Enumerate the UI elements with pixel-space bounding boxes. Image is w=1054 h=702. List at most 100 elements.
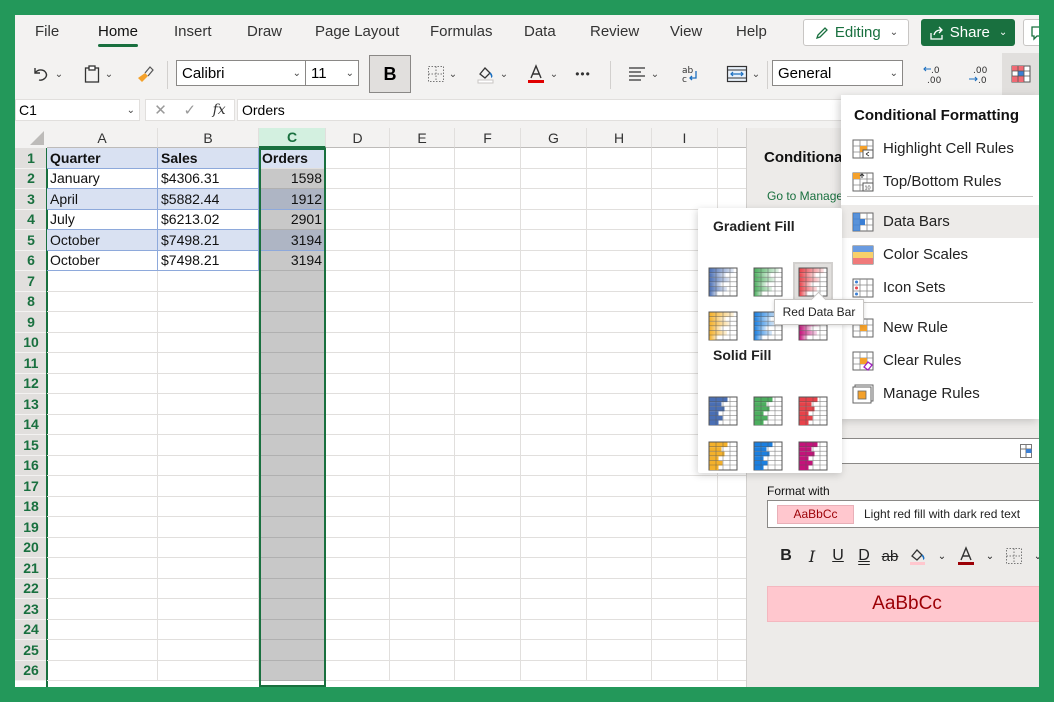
italic-icon[interactable]: I — [799, 547, 825, 566]
font-color-button[interactable]: ⌄ — [522, 63, 562, 85]
paste-button[interactable]: ⌄ — [78, 63, 118, 85]
cell-h1[interactable] — [587, 148, 652, 169]
cell-c22[interactable] — [259, 578, 326, 599]
row-header-25[interactable]: 25 — [15, 640, 47, 661]
cell-c3[interactable]: 1912 — [259, 189, 326, 210]
column-header-g[interactable]: G — [521, 128, 587, 148]
cf-menu-item-top-bottom-rules[interactable]: 10 Top/Bottom Rules — [841, 165, 1039, 198]
tab-view[interactable]: View — [670, 23, 702, 40]
cell-f18[interactable] — [455, 496, 521, 517]
cell-d6[interactable] — [326, 250, 390, 271]
cell-a26[interactable] — [47, 660, 158, 681]
cell-e26[interactable] — [390, 660, 455, 681]
cell-c13[interactable] — [259, 394, 326, 415]
cell-i19[interactable] — [652, 517, 718, 538]
double-underline-icon[interactable]: D — [851, 547, 877, 565]
cell-e19[interactable] — [390, 517, 455, 538]
cell-c2[interactable]: 1598 — [259, 168, 326, 189]
cell-j2[interactable] — [718, 169, 746, 189]
cell-f14[interactable] — [455, 414, 521, 435]
cell-f20[interactable] — [455, 537, 521, 558]
underline-icon[interactable]: U — [825, 547, 851, 565]
cell-c4[interactable]: 2901 — [259, 209, 326, 230]
cell-d24[interactable] — [326, 619, 390, 640]
cell-g9[interactable] — [521, 312, 587, 333]
cell-b4[interactable]: $6213.02 — [158, 209, 259, 230]
solid-fill-light-blue-data-bar[interactable] — [750, 438, 786, 474]
font-name-select[interactable]: Calibri ⌄ — [176, 60, 306, 86]
cell-c23[interactable] — [259, 599, 326, 620]
cell-e10[interactable] — [390, 332, 455, 353]
row-header-9[interactable]: 9 — [15, 312, 47, 333]
column-header-f[interactable]: F — [455, 128, 521, 148]
cell-e12[interactable] — [390, 373, 455, 394]
cell-a10[interactable] — [47, 332, 158, 353]
cell-d17[interactable] — [326, 476, 390, 497]
cell-d23[interactable] — [326, 599, 390, 620]
cell-h17[interactable] — [587, 476, 652, 497]
row-header-15[interactable]: 15 — [15, 435, 47, 456]
comments-button[interactable] — [1023, 19, 1039, 46]
cell-e3[interactable] — [390, 189, 455, 210]
tab-review[interactable]: Review — [590, 23, 639, 40]
column-header-a[interactable]: A — [47, 128, 158, 148]
cell-h20[interactable] — [587, 537, 652, 558]
tab-home[interactable]: Home — [98, 23, 139, 47]
row-header-20[interactable]: 20 — [15, 537, 47, 558]
column-header-b[interactable]: B — [158, 128, 259, 148]
cell-a6[interactable]: October — [47, 250, 158, 271]
column-header-partial[interactable] — [718, 128, 746, 148]
row-header-24[interactable]: 24 — [15, 619, 47, 640]
cell-g12[interactable] — [521, 373, 587, 394]
cell-a16[interactable] — [47, 455, 158, 476]
cell-d15[interactable] — [326, 435, 390, 456]
cell-d14[interactable] — [326, 414, 390, 435]
row-header-11[interactable]: 11 — [15, 353, 47, 374]
cell-b1[interactable]: Sales — [158, 148, 259, 169]
cell-a21[interactable] — [47, 558, 158, 579]
borders-button[interactable]: ⌄ — [422, 63, 462, 85]
borders-icon[interactable] — [999, 547, 1029, 565]
cell-a19[interactable] — [47, 517, 158, 538]
cell-i17[interactable] — [652, 476, 718, 497]
column-header-c[interactable]: C — [259, 128, 326, 148]
share-button[interactable]: Share ⌄ — [921, 19, 1015, 46]
cell-e9[interactable] — [390, 312, 455, 333]
cell-a14[interactable] — [47, 414, 158, 435]
row-header-22[interactable]: 22 — [15, 578, 47, 599]
cell-h15[interactable] — [587, 435, 652, 456]
cell-b3[interactable]: $5882.44 — [158, 189, 259, 210]
cell-c5[interactable]: 3194 — [259, 230, 326, 251]
cell-a24[interactable] — [47, 619, 158, 640]
cell-c20[interactable] — [259, 537, 326, 558]
cell-f3[interactable] — [455, 189, 521, 210]
fill-color-icon[interactable] — [903, 546, 933, 566]
cf-menu-item-clear-rules[interactable]: Clear Rules — [841, 344, 1039, 377]
row-header-14[interactable]: 14 — [15, 414, 47, 435]
cell-g4[interactable] — [521, 209, 587, 230]
row-header-23[interactable]: 23 — [15, 599, 47, 620]
cell-a20[interactable] — [47, 537, 158, 558]
cell-h8[interactable] — [587, 291, 652, 312]
fill-color-button[interactable]: ⌄ — [472, 63, 512, 85]
cell-g5[interactable] — [521, 230, 587, 251]
cell-g21[interactable] — [521, 558, 587, 579]
column-header-d[interactable]: D — [326, 128, 390, 148]
cell-b7[interactable] — [158, 271, 259, 292]
cell-g1[interactable] — [521, 148, 587, 169]
cell-d9[interactable] — [326, 312, 390, 333]
cell-h14[interactable] — [587, 414, 652, 435]
cell-e13[interactable] — [390, 394, 455, 415]
cell-e7[interactable] — [390, 271, 455, 292]
cell-a3[interactable]: April — [47, 189, 158, 210]
cell-e18[interactable] — [390, 496, 455, 517]
cell-h10[interactable] — [587, 332, 652, 353]
row-header-26[interactable]: 26 — [15, 660, 47, 681]
cf-menu-item-color-scales[interactable]: Color Scales — [841, 238, 1039, 271]
cell-b15[interactable] — [158, 435, 259, 456]
cell-c14[interactable] — [259, 414, 326, 435]
cell-a9[interactable] — [47, 312, 158, 333]
row-header-12[interactable]: 12 — [15, 373, 47, 394]
cell-a8[interactable] — [47, 291, 158, 312]
cell-j18[interactable] — [718, 497, 746, 517]
